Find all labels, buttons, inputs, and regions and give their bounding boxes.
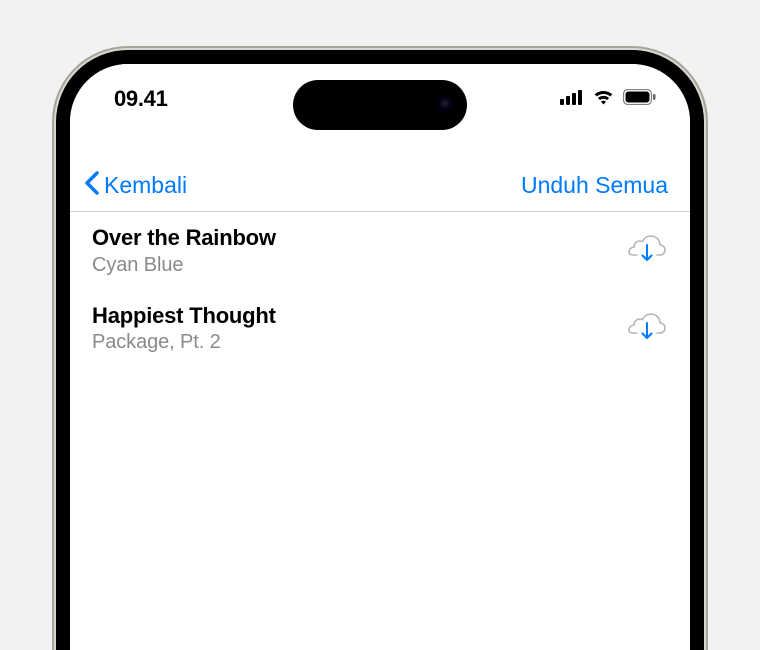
list-item[interactable]: Over the Rainbow Cyan Blue	[70, 212, 690, 290]
cellular-icon	[560, 89, 584, 110]
nav-bar: Kembali Unduh Semua	[70, 160, 690, 212]
track-title: Over the Rainbow	[92, 224, 626, 252]
dynamic-island	[293, 80, 467, 130]
battery-icon	[623, 89, 656, 110]
download-button[interactable]	[626, 309, 668, 347]
row-text: Happiest Thought Package, Pt. 2	[92, 302, 626, 356]
status-time: 09.41	[114, 86, 168, 112]
screen: 09.41	[70, 64, 690, 650]
download-all-button[interactable]: Unduh Semua	[521, 172, 668, 199]
row-text: Over the Rainbow Cyan Blue	[92, 224, 626, 278]
track-subtitle: Cyan Blue	[92, 253, 626, 278]
cloud-download-icon	[627, 233, 667, 268]
chevron-left-icon	[84, 171, 100, 201]
wifi-icon	[592, 88, 615, 110]
download-button[interactable]	[626, 232, 668, 270]
track-list: Over the Rainbow Cyan Blue Happiest Thou…	[70, 212, 690, 367]
list-item[interactable]: Happiest Thought Package, Pt. 2	[70, 290, 690, 368]
track-subtitle: Package, Pt. 2	[92, 330, 626, 355]
back-button[interactable]: Kembali	[84, 171, 187, 201]
status-icons	[560, 88, 656, 110]
phone-frame: 09.41	[56, 50, 704, 650]
track-title: Happiest Thought	[92, 302, 626, 330]
back-label: Kembali	[104, 172, 187, 199]
cloud-download-icon	[627, 311, 667, 346]
